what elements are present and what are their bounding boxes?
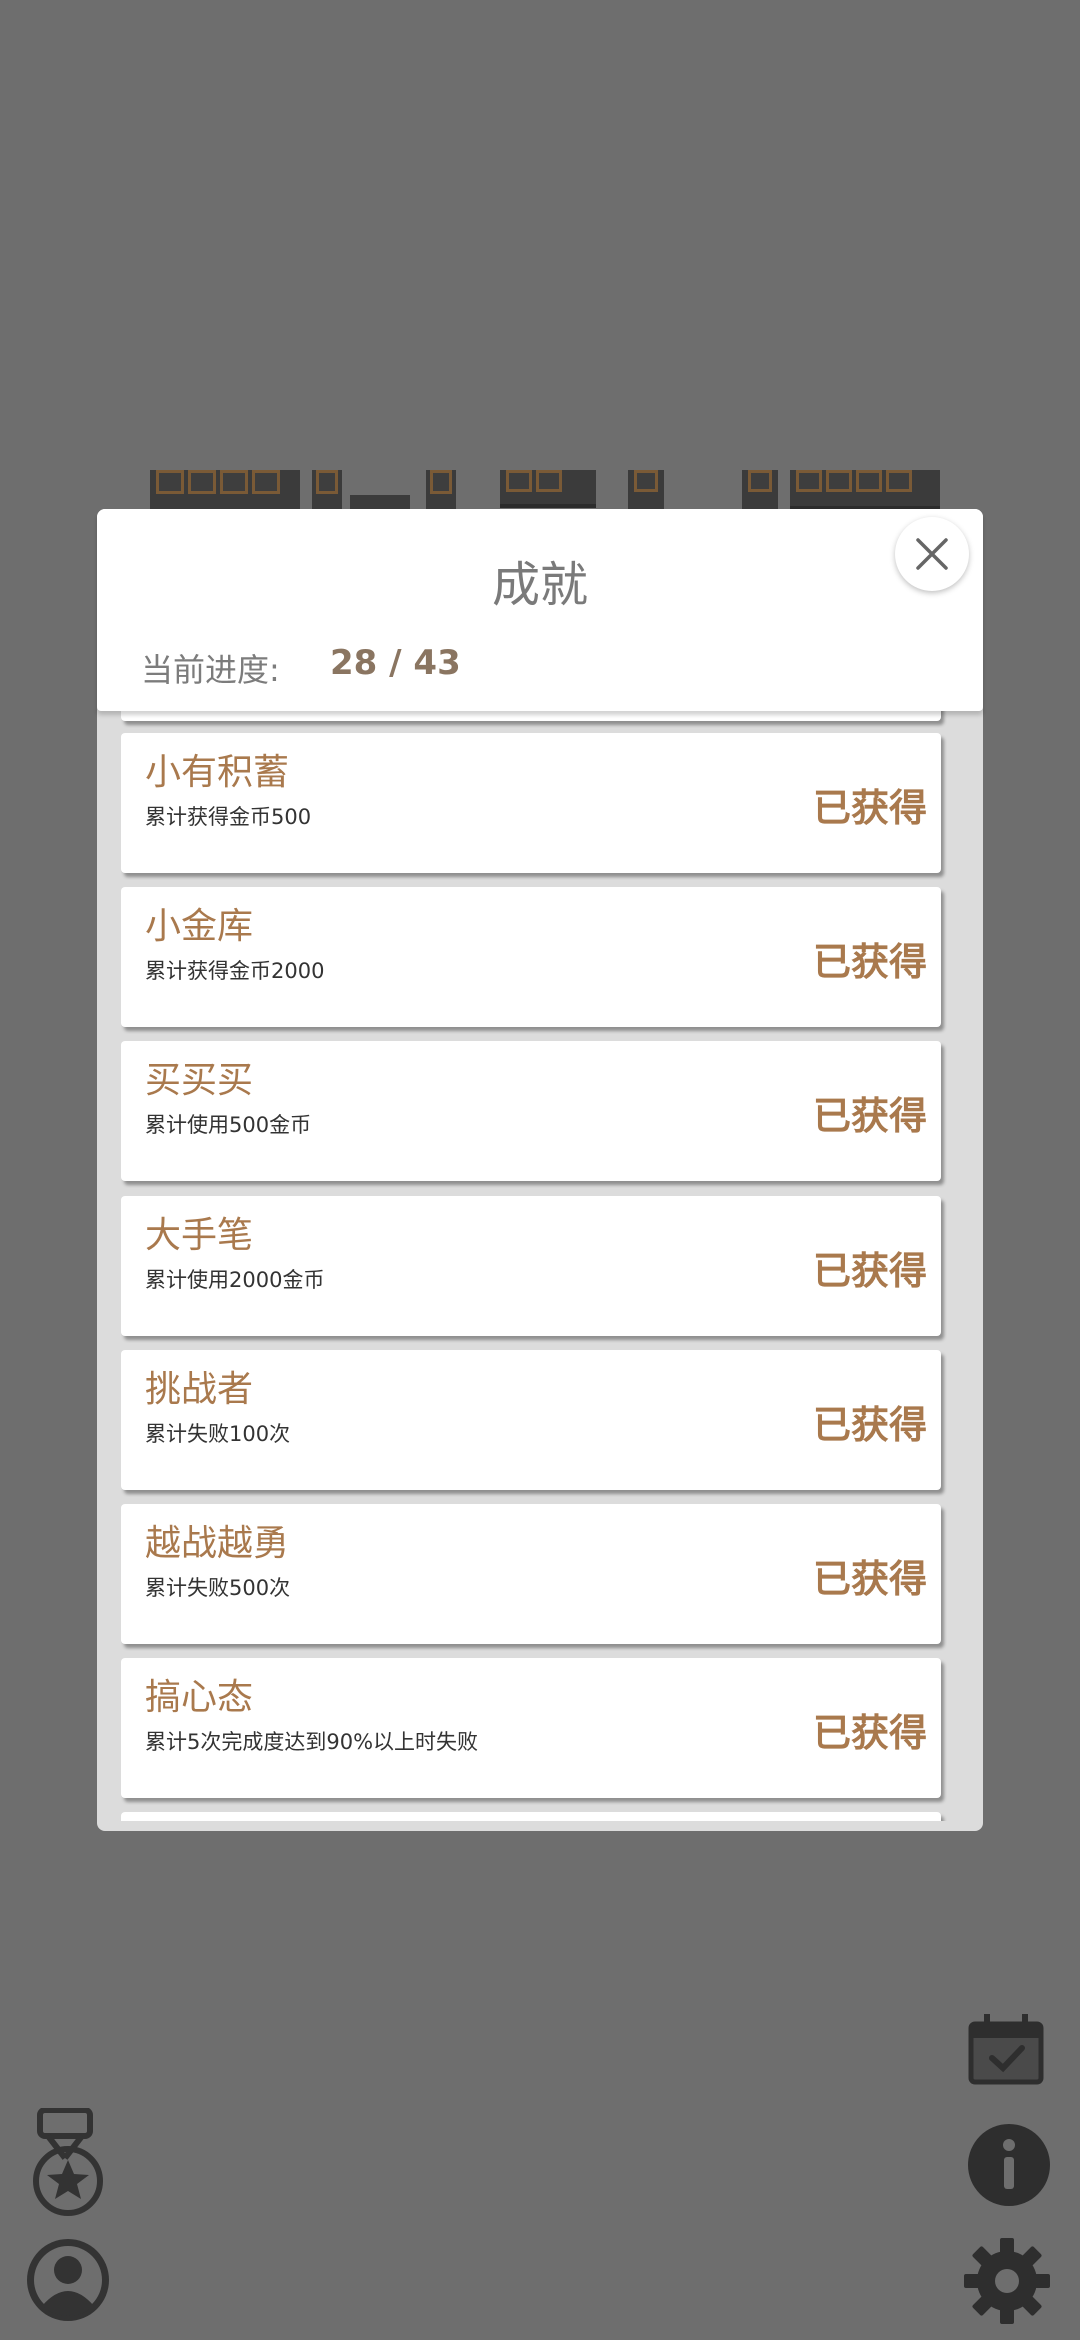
progress-value: 28 / 43 (330, 643, 461, 683)
achievements-button[interactable] (30, 2107, 110, 2222)
achievement-card: 挑战者 累计失败100次 已获得 (121, 1350, 941, 1490)
calendar-check-icon (968, 2014, 1044, 2085)
info-button[interactable] (964, 2120, 1054, 2214)
achievement-list[interactable]: 小有积蓄 累计获得金币500 已获得 小金库 累计获得金币2000 已获得 买买… (97, 711, 983, 1821)
dialog-title: 成就 (491, 557, 588, 613)
progress-label: 当前进度: (141, 651, 280, 689)
achievement-status: 已获得 (812, 1249, 927, 1293)
achievement-description: 累计获得金币500 (145, 805, 312, 829)
achievement-card: 大手笔 累计使用2000金币 已获得 (121, 1196, 941, 1336)
achievement-description: 累计获得金币2000 (145, 959, 325, 983)
background-title-art (150, 465, 950, 515)
achievements-dialog: 成就 当前进度: 28 / 43 小有积蓄 累计获得金币500 已获得 小金库 … (97, 509, 983, 1831)
achievement-description: 累计失败100次 (145, 1422, 291, 1446)
achievement-status: 已获得 (812, 1403, 927, 1447)
achievement-status: 已获得 (812, 786, 927, 830)
achievement-status: 已获得 (812, 1711, 927, 1755)
profile-button[interactable] (24, 2236, 112, 2328)
achievement-card-partial (121, 1812, 941, 1821)
daily-checkin-button[interactable] (966, 2012, 1046, 2092)
achievement-card: 越战越勇 累计失败500次 已获得 (121, 1504, 941, 1644)
achievement-card: 小金库 累计获得金币2000 已获得 (121, 887, 941, 1027)
gear-icon (964, 2238, 1050, 2324)
medal-icon (33, 2107, 103, 2216)
achievement-status: 已获得 (812, 940, 927, 984)
achievement-name: 越战越勇 (145, 1523, 290, 1564)
achievement-name: 小金库 (145, 906, 254, 947)
achievement-status: 已获得 (812, 1557, 927, 1601)
achievement-name: 小有积蓄 (145, 752, 290, 793)
close-button[interactable] (895, 517, 969, 591)
achievement-card-partial (121, 711, 941, 721)
achievement-name: 搞心态 (145, 1677, 254, 1718)
dialog-header: 成就 当前进度: 28 / 43 (97, 509, 983, 711)
achievement-name: 买买买 (145, 1060, 254, 1101)
achievement-name: 挑战者 (145, 1369, 254, 1410)
achievement-card: 买买买 累计使用500金币 已获得 (121, 1041, 941, 1181)
achievement-status: 已获得 (812, 1094, 927, 1138)
achievement-description: 累计使用2000金币 (145, 1268, 325, 1292)
achievement-description: 累计使用500金币 (145, 1113, 312, 1137)
achievement-card: 搞心态 累计5次完成度达到90%以上时失败 已获得 (121, 1658, 941, 1798)
info-icon (968, 2124, 1050, 2206)
user-icon (27, 2239, 109, 2321)
achievement-card: 小有积蓄 累计获得金币500 已获得 (121, 733, 941, 873)
achievement-description: 累计5次完成度达到90%以上时失败 (145, 1730, 479, 1754)
achievement-description: 累计失败500次 (145, 1576, 291, 1600)
close-icon (916, 538, 948, 570)
achievement-name: 大手笔 (145, 1215, 254, 1256)
settings-button[interactable] (962, 2236, 1052, 2330)
